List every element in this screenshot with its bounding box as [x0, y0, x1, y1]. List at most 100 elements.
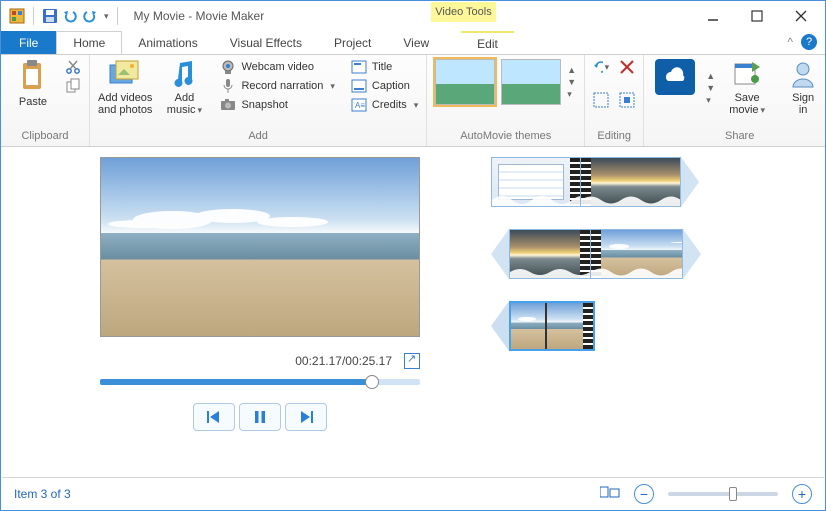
ribbon-group-add: Add videos and photos Add music▾ Webcam …	[90, 55, 427, 146]
zoom-out-button[interactable]: −	[634, 484, 654, 504]
contextual-tab-label: Video Tools	[431, 2, 496, 22]
prev-frame-button[interactable]	[193, 403, 235, 431]
tab-file[interactable]: File	[1, 31, 56, 54]
sign-in-label: Sign in	[792, 92, 814, 116]
ribbon: Paste Clipboard Add videos and photos Ad…	[1, 55, 825, 147]
title-button[interactable]: Title	[351, 59, 418, 75]
sign-in-button[interactable]: Sign in	[779, 59, 826, 116]
select-all-icon[interactable]	[593, 92, 609, 108]
timeline-playhead[interactable]	[545, 301, 547, 351]
credits-icon: A≡	[351, 97, 367, 113]
save-icon[interactable]	[42, 8, 58, 24]
group-label-clipboard: Clipboard	[9, 130, 81, 144]
thumbnail-size-icon[interactable]	[600, 484, 620, 503]
paste-label: Paste	[19, 96, 47, 108]
automovie-theme-1[interactable]	[435, 59, 495, 105]
tab-visual-effects[interactable]: Visual Effects	[214, 31, 318, 54]
delete-icon[interactable]	[619, 59, 635, 75]
timeline-row-1	[491, 157, 795, 207]
playback-time: 00:21.17/00:25.17	[295, 354, 392, 368]
window-title: My Movie - Movie Maker	[134, 9, 265, 23]
theme-more[interactable]: ▾	[567, 89, 576, 100]
copy-icon[interactable]	[65, 78, 81, 94]
save-movie-label: Save movie▾	[729, 92, 765, 116]
group-label-editing: Editing	[593, 130, 635, 144]
credits-button[interactable]: A≡Credits▾	[351, 97, 418, 113]
tab-view[interactable]: View	[387, 31, 445, 54]
ribbon-group-clipboard: Paste Clipboard	[1, 55, 90, 146]
ribbon-group-share: ▲ ▼ ▾ Save movie▾ Sign in Share	[644, 55, 826, 146]
ribbon-tabs: File Home Animations Visual Effects Proj…	[1, 31, 825, 55]
share-scroll-up[interactable]: ▲	[706, 71, 715, 81]
title-bar: ▾ My Movie - Movie Maker Video Tools	[1, 1, 825, 31]
clip-1a[interactable]	[491, 157, 581, 207]
record-narration-button[interactable]: Record narration▾	[220, 78, 334, 94]
timeline-row-3	[491, 301, 795, 351]
microphone-icon	[220, 78, 236, 94]
timeline-pane[interactable]	[471, 147, 825, 477]
group-label-automovie: AutoMovie themes	[435, 130, 576, 144]
tab-project[interactable]: Project	[318, 31, 387, 54]
clip-1b[interactable]	[581, 157, 681, 207]
ribbon-group-editing: ▾ Editing	[585, 55, 644, 146]
timeline-row-2	[491, 229, 795, 279]
preview-pane: 00:21.17/00:25.17	[1, 147, 471, 477]
maximize-button[interactable]	[735, 3, 779, 29]
pause-button[interactable]	[239, 403, 281, 431]
ribbon-collapse-icon[interactable]: ^	[787, 35, 793, 49]
group-label-add: Add	[98, 130, 418, 144]
qat-customize-icon[interactable]: ▾	[104, 11, 109, 22]
ribbon-group-automovie: ▲ ▼ ▾ AutoMovie themes	[427, 55, 585, 146]
status-bar: Item 3 of 3 − +	[2, 477, 824, 509]
zoom-thumb[interactable]	[729, 487, 737, 501]
webcam-video-button[interactable]: Webcam video	[220, 59, 334, 75]
zoom-in-button[interactable]: +	[792, 484, 812, 504]
next-frame-button[interactable]	[285, 403, 327, 431]
rotate-icon[interactable]: ▾	[593, 59, 609, 75]
quick-access-toolbar: ▾	[5, 7, 126, 25]
undo-icon[interactable]	[62, 8, 78, 24]
title-icon	[351, 59, 367, 75]
save-movie-button[interactable]: Save movie▾	[723, 59, 771, 116]
close-button[interactable]	[779, 3, 823, 29]
group-label-share: Share	[652, 130, 826, 144]
share-scroll-down[interactable]: ▼	[706, 83, 715, 93]
add-music-label: Add music▾	[167, 92, 202, 116]
add-music-button[interactable]: Add music▾	[160, 59, 208, 116]
camera-icon	[220, 97, 236, 113]
seek-thumb[interactable]	[365, 375, 379, 389]
webcam-icon	[220, 59, 236, 75]
snapshot-button[interactable]: Snapshot	[220, 97, 334, 113]
minimize-button[interactable]	[691, 3, 735, 29]
fullscreen-icon[interactable]	[404, 353, 420, 369]
clip-3[interactable]	[509, 301, 595, 351]
paste-button[interactable]: Paste	[9, 59, 57, 108]
app-icon	[9, 8, 25, 24]
clip-2a[interactable]	[509, 229, 591, 279]
add-videos-label: Add videos and photos	[98, 92, 152, 116]
zoom-slider[interactable]	[668, 492, 778, 496]
share-cloud-button[interactable]	[652, 59, 698, 95]
tab-animations[interactable]: Animations	[122, 31, 213, 54]
caption-button[interactable]: Caption	[351, 78, 418, 94]
theme-scroll-up[interactable]: ▲	[567, 65, 576, 75]
main-area: 00:21.17/00:25.17	[1, 147, 825, 477]
seek-fill	[100, 379, 372, 385]
select-frame-icon[interactable]	[619, 92, 635, 108]
theme-scroll-down[interactable]: ▼	[567, 77, 576, 87]
status-item-text: Item 3 of 3	[14, 487, 71, 501]
automovie-theme-2[interactable]	[501, 59, 561, 105]
redo-icon[interactable]	[82, 8, 98, 24]
preview-video[interactable]	[100, 157, 420, 337]
add-videos-photos-button[interactable]: Add videos and photos	[98, 59, 152, 116]
svg-text:A≡: A≡	[355, 101, 365, 110]
tab-home[interactable]: Home	[56, 31, 122, 54]
help-icon[interactable]: ?	[801, 34, 817, 50]
seek-bar[interactable]	[100, 379, 420, 385]
share-more[interactable]: ▾	[706, 95, 715, 106]
tab-edit[interactable]: Edit	[461, 31, 514, 54]
cut-icon[interactable]	[65, 59, 81, 75]
caption-icon	[351, 78, 367, 94]
contextual-tab-header: Video Tools	[431, 2, 496, 22]
clip-2b[interactable]	[591, 229, 683, 279]
